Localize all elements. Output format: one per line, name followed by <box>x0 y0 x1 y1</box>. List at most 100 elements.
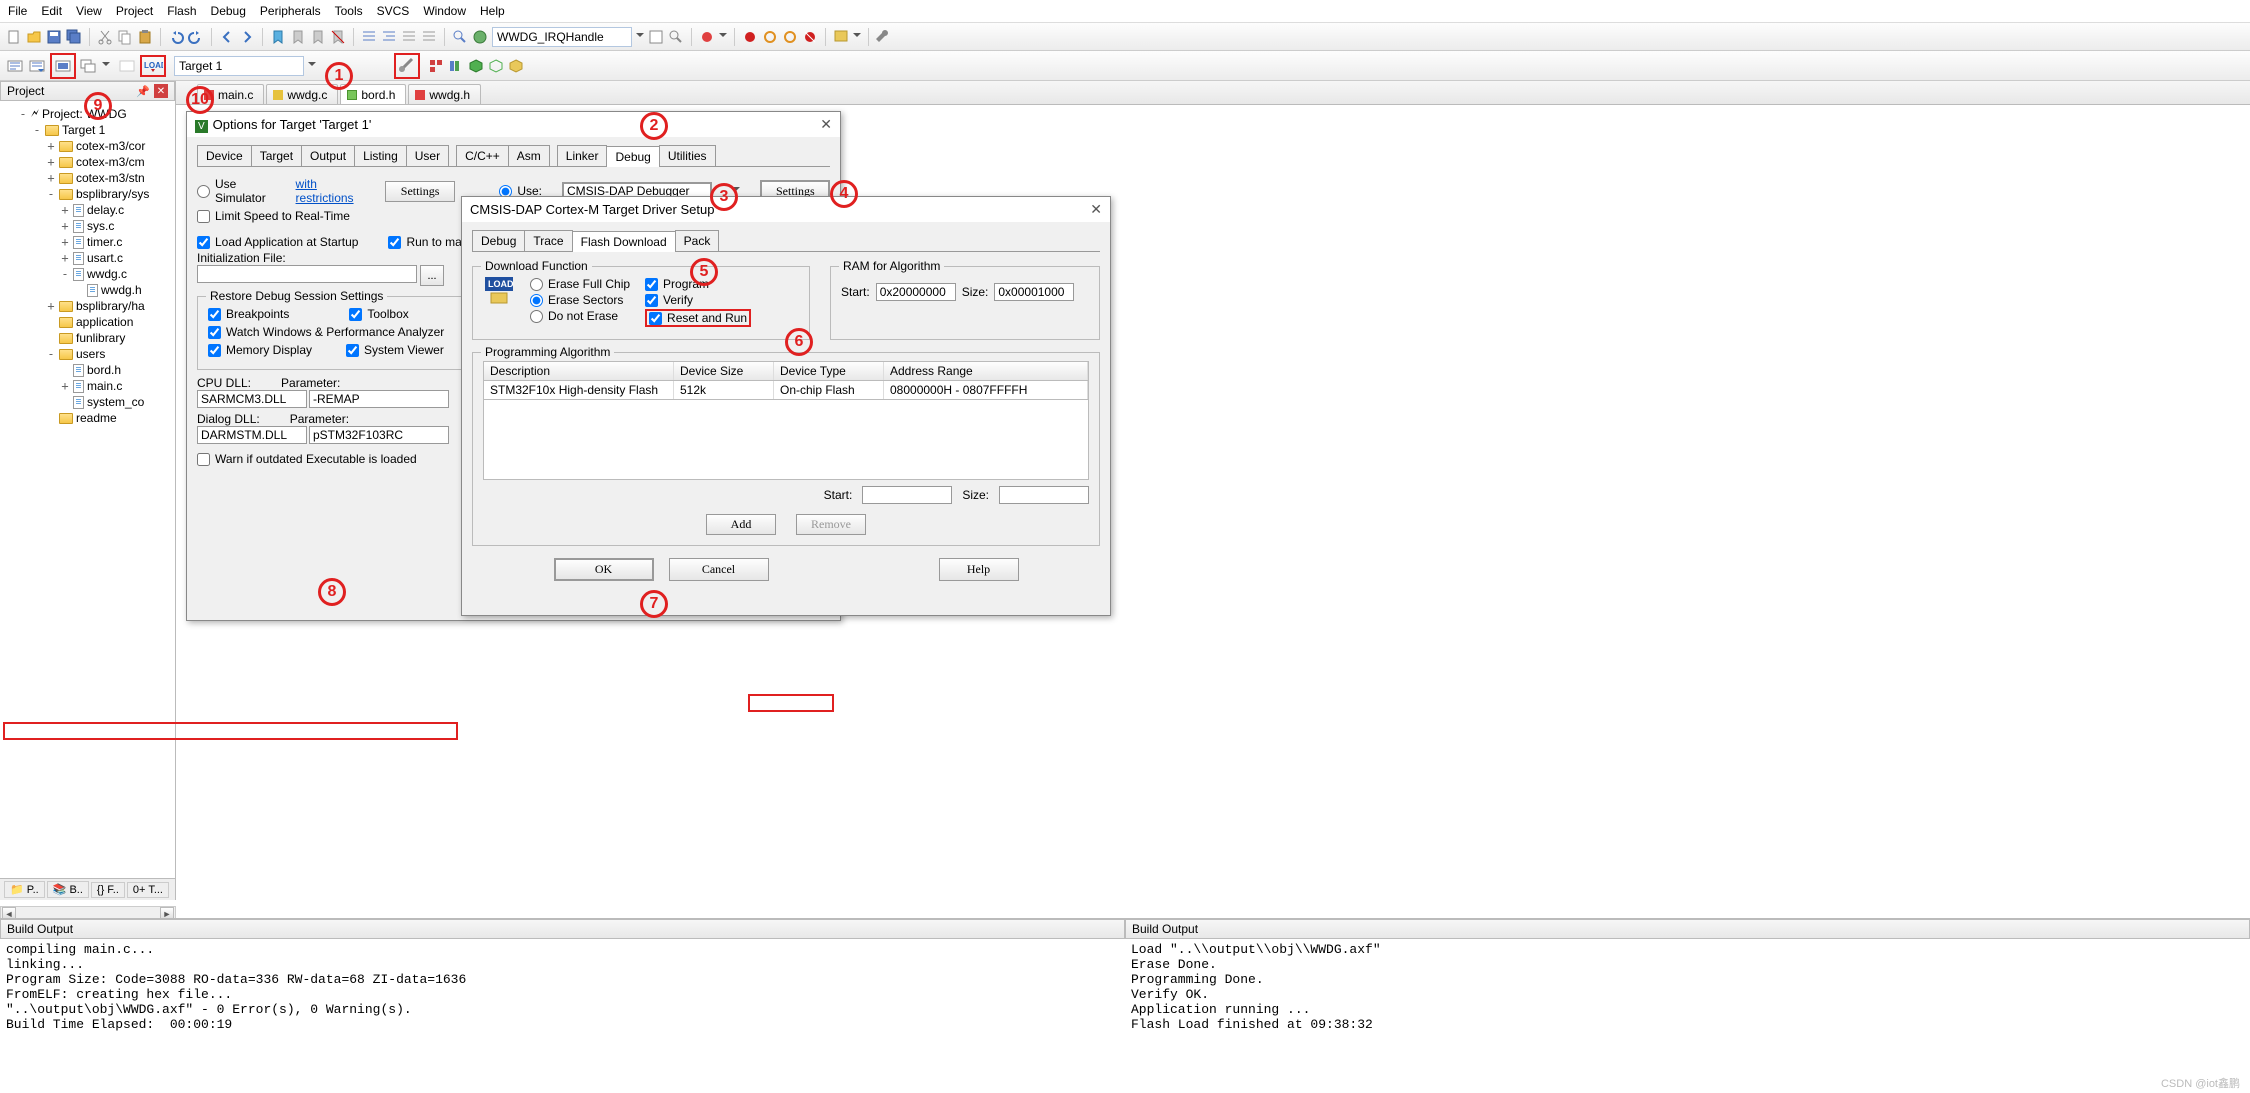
opt-tab-output[interactable]: Output <box>301 145 355 166</box>
menu-tools[interactable]: Tools <box>335 4 363 18</box>
target-chevron-icon[interactable] <box>308 62 316 70</box>
tree-item[interactable]: wwdg.h <box>74 282 171 298</box>
tree-item[interactable]: +usart.c <box>60 250 171 266</box>
debug-chevron-icon[interactable] <box>719 33 727 41</box>
tree-item[interactable]: funlibrary <box>46 330 171 346</box>
tab-wwdg-c[interactable]: wwdg.c <box>266 84 338 104</box>
driver-cancel-button[interactable]: Cancel <box>669 558 769 581</box>
chk-breakpoints[interactable]: Breakpoints <box>208 307 289 321</box>
debug-icon[interactable] <box>699 29 715 45</box>
manage-icon[interactable] <box>428 58 444 74</box>
menu-view[interactable]: View <box>76 4 102 18</box>
tree-item[interactable]: bord.h <box>60 362 171 378</box>
ram-start-input[interactable] <box>876 283 956 301</box>
load-app-check[interactable]: Load Application at Startup <box>197 235 358 249</box>
build-icon[interactable] <box>28 57 46 75</box>
opt-tab-linker[interactable]: Linker <box>557 145 608 166</box>
tree-item[interactable]: +cotex-m3/cm <box>46 154 171 170</box>
pack-installer-icon[interactable] <box>468 58 484 74</box>
opt-tab-debug[interactable]: Debug <box>606 146 659 167</box>
tree-item[interactable]: -users <box>46 346 171 362</box>
symbol-combo[interactable] <box>492 27 632 47</box>
tree-item[interactable]: -bsplibrary/sys <box>46 186 171 202</box>
drv-tab-pack[interactable]: Pack <box>675 230 720 251</box>
init-file-input[interactable] <box>197 265 417 283</box>
batch-chevron-icon[interactable] <box>102 62 110 70</box>
tree-item[interactable]: +delay.c <box>60 202 171 218</box>
menu-help[interactable]: Help <box>480 4 505 18</box>
erase-sectors-radio[interactable]: Erase Sectors <box>530 293 630 307</box>
driver-ok-button[interactable]: OK <box>554 558 654 581</box>
opt-tab-user[interactable]: User <box>406 145 449 166</box>
comment-icon[interactable] <box>401 29 417 45</box>
restrictions-link[interactable]: with restrictions <box>296 177 366 205</box>
menu-svcs[interactable]: SVCS <box>377 4 410 18</box>
alg-remove-button[interactable]: Remove <box>796 514 866 535</box>
menu-peripherals[interactable]: Peripherals <box>260 4 321 18</box>
copy-icon[interactable] <box>117 29 133 45</box>
drv-tab-debug[interactable]: Debug <box>472 230 525 251</box>
find2-icon[interactable] <box>668 29 684 45</box>
dialog-param-input[interactable] <box>309 426 449 444</box>
tab-functions[interactable]: {} F.. <box>91 882 125 898</box>
save-icon[interactable] <box>46 29 62 45</box>
driver-help-button[interactable]: Help <box>939 558 1019 581</box>
rebuild-icon[interactable] <box>50 53 76 79</box>
paste-icon[interactable] <box>137 29 153 45</box>
chk-memory[interactable]: Memory Display <box>208 343 312 357</box>
bp-orange-icon[interactable] <box>762 29 778 45</box>
tree-item[interactable]: readme <box>46 410 171 426</box>
tab-templates[interactable]: 0+ T... <box>127 882 169 898</box>
uncomment-icon[interactable] <box>421 29 437 45</box>
bookmark-icon[interactable] <box>270 29 286 45</box>
new-icon[interactable] <box>6 29 22 45</box>
opt-tab-cpp[interactable]: C/C++ <box>456 145 509 166</box>
menu-file[interactable]: File <box>8 4 27 18</box>
build-output-left[interactable]: compiling main.c... linking... Program S… <box>0 939 1125 1093</box>
stop-build-icon[interactable] <box>118 57 136 75</box>
bp-red-icon[interactable] <box>742 29 758 45</box>
opt-tab-target[interactable]: Target <box>251 145 302 166</box>
tree-item[interactable]: +timer.c <box>60 234 171 250</box>
tree-item[interactable]: +main.c <box>60 378 171 394</box>
alg-add-button[interactable]: Add <box>706 514 776 535</box>
tab-project[interactable]: 📁 P.. <box>4 881 45 898</box>
goto-icon[interactable] <box>648 29 664 45</box>
pack-config-icon[interactable] <box>508 58 524 74</box>
no-erase-radio[interactable]: Do not Erase <box>530 309 630 323</box>
pack-check-icon[interactable] <box>488 58 504 74</box>
wrench-icon[interactable] <box>876 29 892 45</box>
sim-settings-button[interactable]: Settings <box>385 181 455 202</box>
drv-tab-flash[interactable]: Flash Download <box>572 231 676 252</box>
use-simulator-radio[interactable]: Use Simulator <box>197 177 276 205</box>
menu-window[interactable]: Window <box>423 4 466 18</box>
tree-item[interactable]: application <box>46 314 171 330</box>
window-chevron-icon[interactable] <box>853 33 861 41</box>
tree-item[interactable]: +cotex-m3/stn <box>46 170 171 186</box>
tree-item[interactable]: -wwdg.c <box>60 266 171 282</box>
tree-target[interactable]: Target 1 <box>62 123 105 137</box>
ram-size-input[interactable] <box>994 283 1074 301</box>
alg-start-input[interactable] <box>862 486 952 504</box>
options-close-icon[interactable]: ✕ <box>820 116 832 133</box>
tree-item[interactable]: system_co <box>60 394 171 410</box>
opt-tab-listing[interactable]: Listing <box>354 145 407 166</box>
project-tree[interactable]: -🗲 Project: WWDG -Target 1 +cotex-m3/cor… <box>0 101 175 878</box>
tree-item[interactable]: +bsplibrary/ha <box>46 298 171 314</box>
alg-size-input[interactable] <box>999 486 1089 504</box>
reset-run-check[interactable]: Reset and Run <box>645 309 751 327</box>
opt-tab-device[interactable]: Device <box>197 145 252 166</box>
redo-icon[interactable] <box>188 29 204 45</box>
download-icon[interactable]: LOAD <box>140 55 166 77</box>
cpu-dll-input[interactable] <box>197 390 307 408</box>
bookmark-prev-icon[interactable] <box>290 29 306 45</box>
chk-sysview[interactable]: System Viewer <box>346 343 444 357</box>
open-icon[interactable] <box>26 29 42 45</box>
close-panel-icon[interactable]: ✕ <box>154 84 168 98</box>
find-icon[interactable] <box>452 29 468 45</box>
cut-icon[interactable] <box>97 29 113 45</box>
window-icon[interactable] <box>833 29 849 45</box>
pin-icon[interactable]: 📌 <box>136 85 150 98</box>
verify-check[interactable]: Verify <box>645 293 751 307</box>
opt-tab-utilities[interactable]: Utilities <box>659 145 716 166</box>
